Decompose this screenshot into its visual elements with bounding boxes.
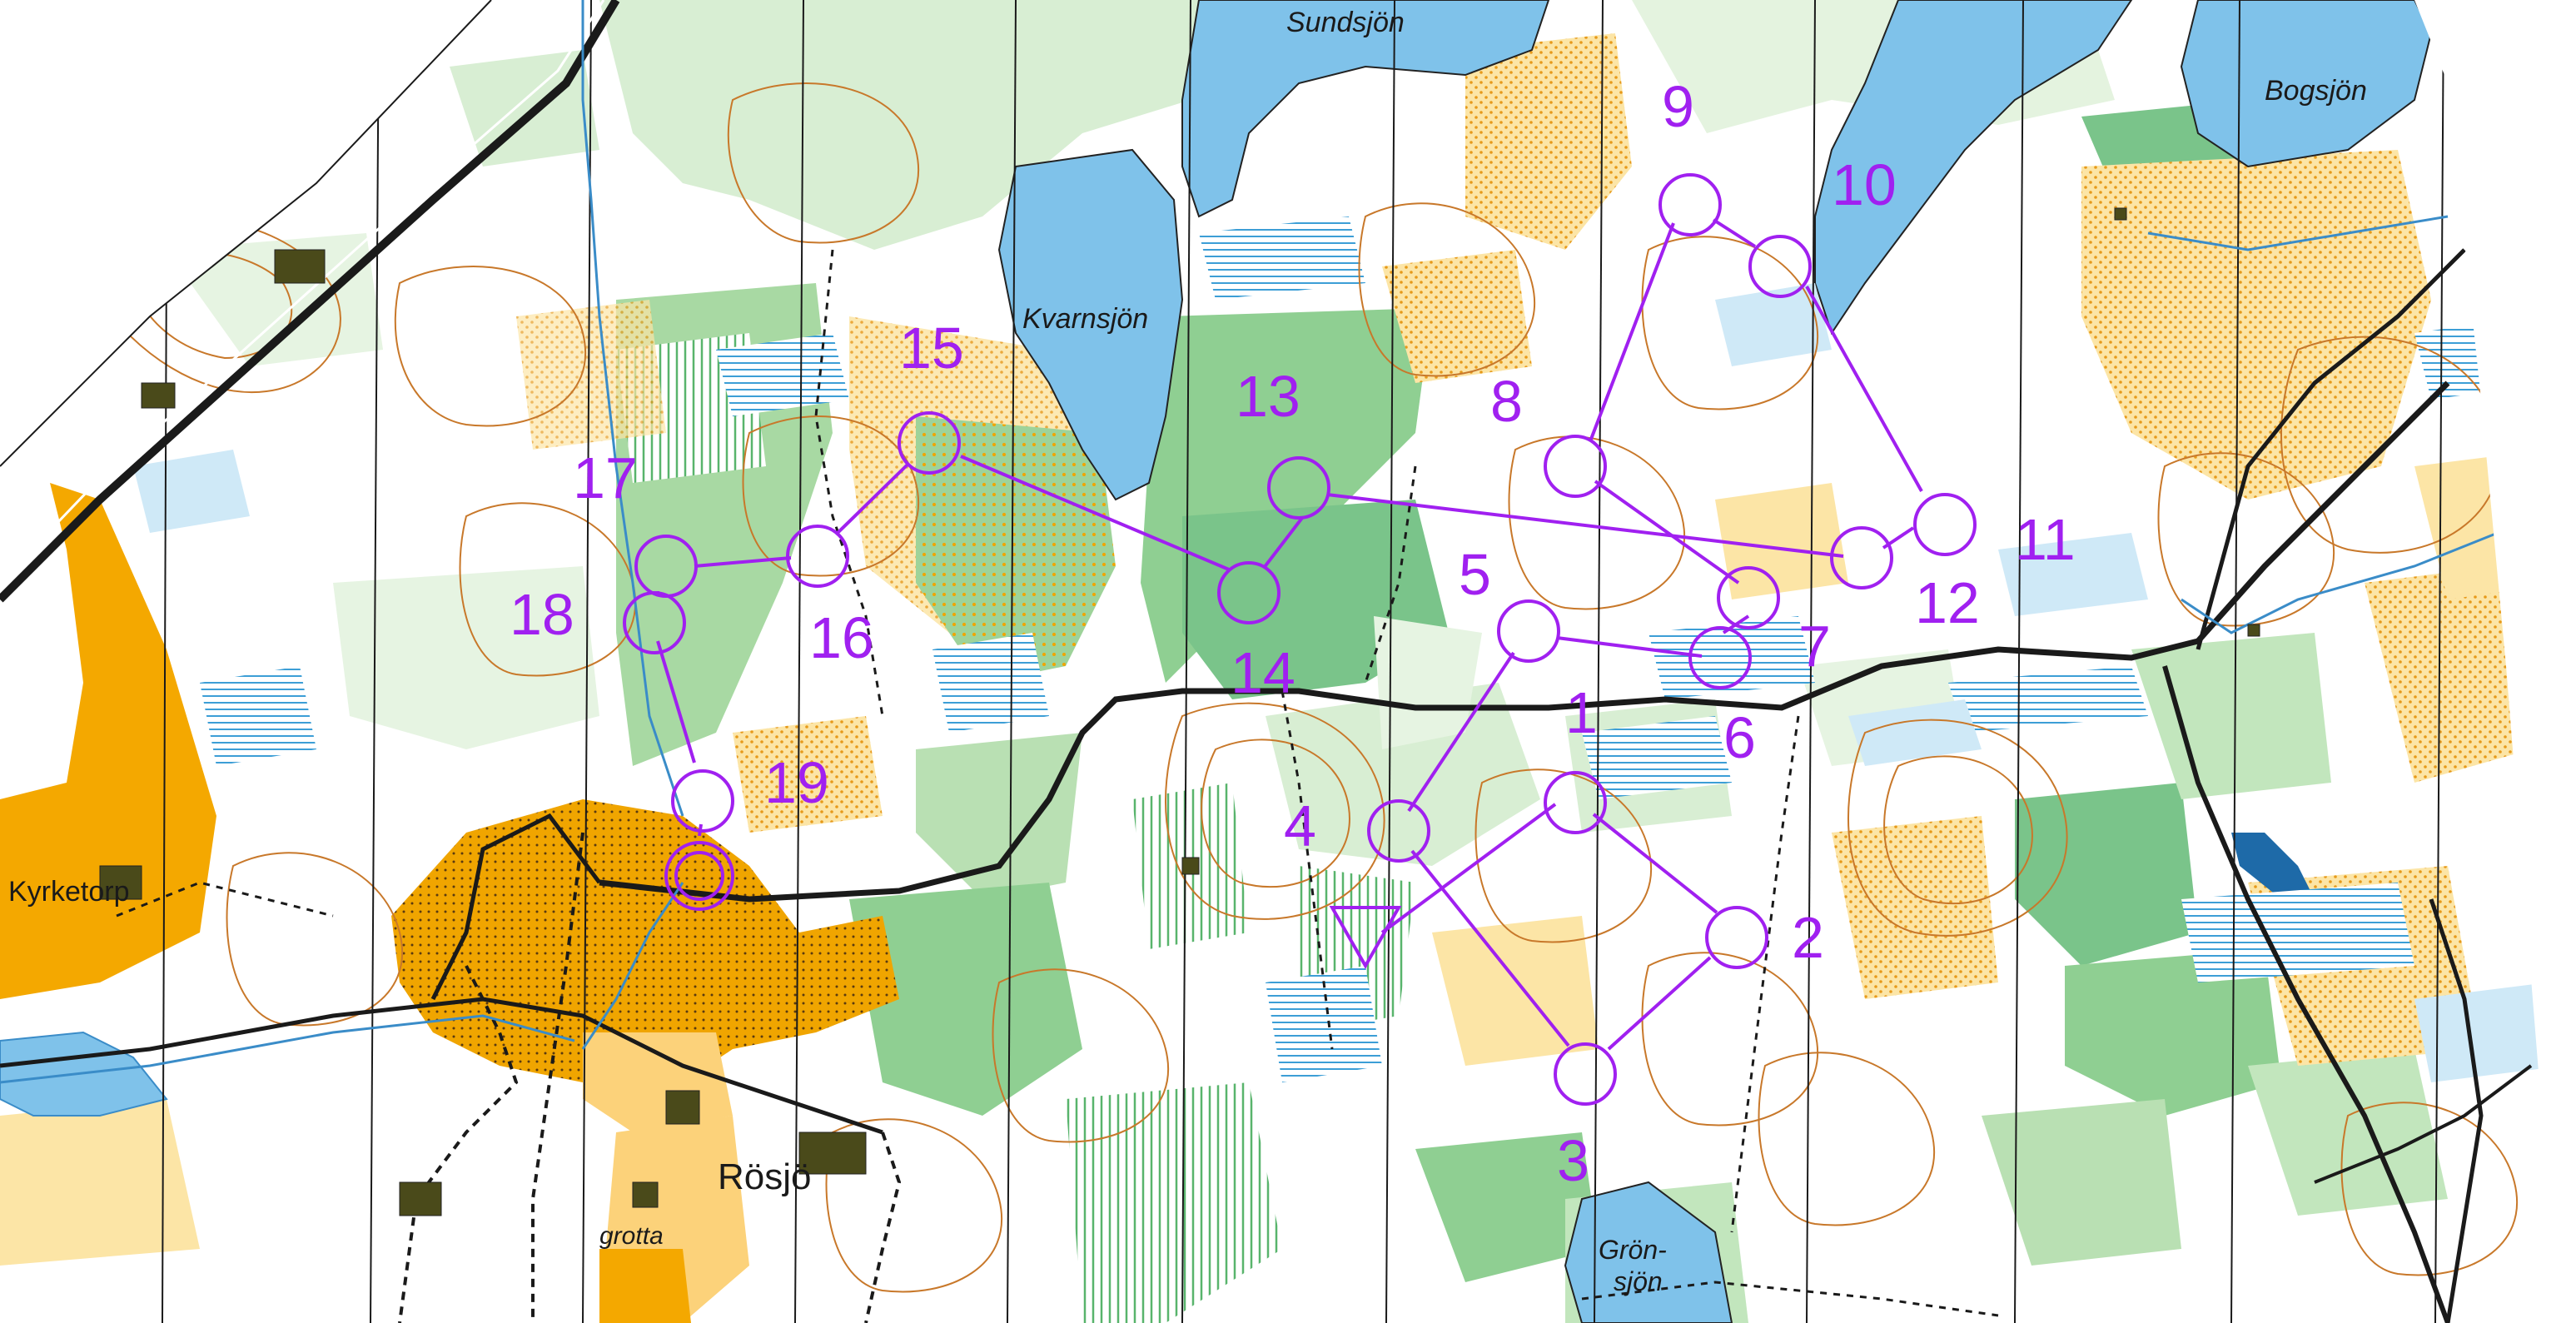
place-name-bogsjon: Bogsjön (2265, 75, 2367, 107)
control-number-2: 2 (1792, 905, 1824, 970)
place-name-gronsjon-line2: sjön (1614, 1266, 1663, 1296)
control-number-12: 12 (1915, 570, 1980, 635)
place-name-kvarnsjon: Kvarnsjön (1022, 303, 1148, 335)
control-number-1: 1 (1565, 680, 1598, 745)
place-name-rosjo: Rösjö (718, 1156, 812, 1197)
place-name-grotta: grotta (599, 1222, 664, 1250)
control-number-18: 18 (510, 582, 574, 647)
control-number-15: 15 (899, 316, 964, 380)
control-number-4: 4 (1284, 793, 1316, 858)
control-number-16: 16 (809, 605, 874, 670)
control-number-14: 14 (1231, 640, 1295, 705)
control-number-6: 6 (1723, 705, 1756, 770)
place-name-gronsjon-line1: Grön- (1599, 1235, 1667, 1265)
control-number-13: 13 (1236, 364, 1300, 429)
control-number-10: 10 (1832, 152, 1897, 217)
map-canvas: 12345678910111213141516171819 Sundsjön B… (0, 0, 2576, 1323)
control-number-17: 17 (573, 445, 638, 510)
control-number-3: 3 (1557, 1128, 1589, 1193)
control-number-7: 7 (1798, 614, 1831, 679)
place-name-kyrketorp: Kyrketorp (8, 876, 130, 908)
control-number-5: 5 (1459, 542, 1491, 607)
place-name-sundsjon: Sundsjön (1286, 7, 1405, 38)
control-number-8: 8 (1490, 369, 1523, 434)
control-number-9: 9 (1662, 74, 1694, 139)
control-number-19: 19 (764, 750, 829, 815)
orienteering-map: 1 2 3 4 5 6 7 8 9 10 11 12 13 14 15 16 17 18 19 Sundsjön B… (0, 0, 2576, 1323)
control-number-11: 11 (2015, 507, 2076, 572)
